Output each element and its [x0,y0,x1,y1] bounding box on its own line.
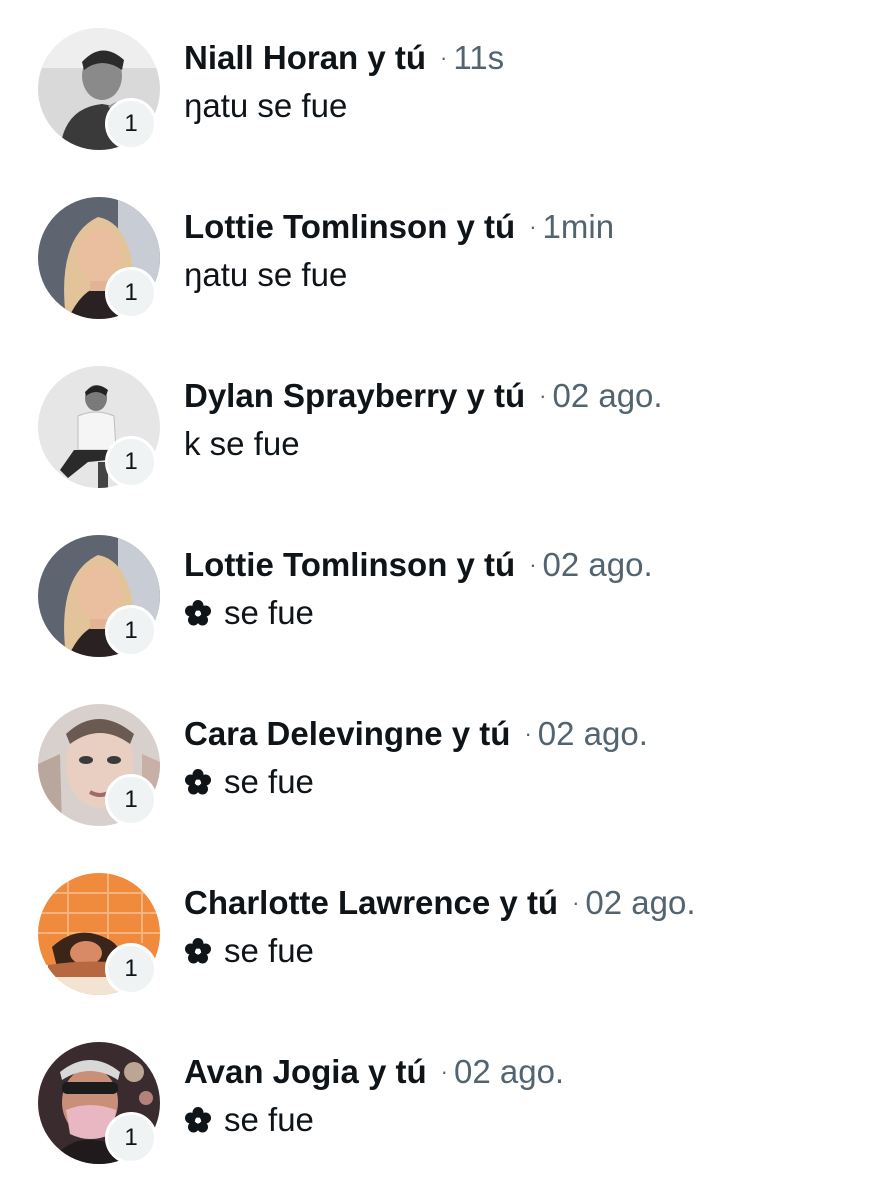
last-message: se fue [184,593,314,633]
conversation-title: Dylan Sprayberry y tú · 02 ago. [184,376,663,420]
participant-names: Dylan Sprayberry y tú [184,377,526,414]
separator-dot: · [440,45,448,70]
participant-names: Avan Jogia y tú [184,1053,427,1090]
timestamp: 1min [542,208,615,245]
conversation-row[interactable]: 1 Avan Jogia y tú · 02 ago. se fue [0,1014,888,1164]
message-text: ŋatu se fue [184,87,348,124]
conversation-title: Niall Horan y tú · 11s [184,38,504,82]
last-message: se fue [184,762,314,802]
separator-dot: · [524,721,532,746]
avatar-container[interactable]: 1 [38,197,160,319]
unread-count-badge: 1 [105,774,157,826]
avatar-container[interactable]: 1 [38,366,160,488]
separator-dot: · [440,1059,448,1084]
conversation-title: Cara Delevingne y tú · 02 ago. [184,714,648,758]
participant-names: Charlotte Lawrence y tú [184,884,559,921]
participant-names: Niall Horan y tú [184,39,427,76]
conversation-row[interactable]: 1 Niall Horan y tú · 11s ŋatu se fue [0,0,888,150]
conversation-title: Charlotte Lawrence y tú · 02 ago. [184,883,696,927]
conversation-list: 1 Niall Horan y tú · 11s ŋatu se fue 1 L… [0,0,888,1200]
timestamp: 02 ago. [542,546,653,583]
message-text: k se fue [184,425,300,462]
avatar-container[interactable]: 1 [38,535,160,657]
unread-count-badge: 1 [105,943,157,995]
conversation-title: Lottie Tomlinson y tú · 1min [184,207,614,251]
last-message: se fue [184,931,314,971]
conversation-row[interactable]: 1 Lottie Tomlinson y tú · 02 ago. se fue [0,507,888,657]
unread-count-badge: 1 [105,98,157,150]
separator-dot: · [539,383,547,408]
separator-dot: · [572,890,580,915]
unread-count-badge: 1 [105,1112,157,1164]
participant-names: Cara Delevingne y tú [184,715,511,752]
avatar-container[interactable]: 1 [38,704,160,826]
participant-names: Lottie Tomlinson y tú [184,208,516,245]
last-message: ŋatu se fue [184,86,347,126]
avatar-container[interactable]: 1 [38,28,160,150]
participant-names: Lottie Tomlinson y tú [184,546,516,583]
flower-icon [185,769,211,795]
avatar-container[interactable]: 1 [38,1042,160,1164]
message-text: se fue [224,594,314,631]
avatar-container[interactable]: 1 [38,873,160,995]
unread-count-badge: 1 [105,436,157,488]
unread-count-badge: 1 [105,605,157,657]
conversation-row[interactable]: 1 Charlotte Lawrence y tú · 02 ago. se fue [0,845,888,995]
message-text: ŋatu se fue [184,256,348,293]
unread-count-badge: 1 [105,267,157,319]
timestamp: 02 ago. [454,1053,565,1090]
conversation-row[interactable]: 1 Dylan Sprayberry y tú · 02 ago. k se fue [0,338,888,488]
timestamp: 02 ago. [585,884,696,921]
timestamp: 02 ago. [537,715,648,752]
message-text: se fue [224,932,314,969]
conversation-row[interactable]: 1 Cara Delevingne y tú · 02 ago. se fue [0,676,888,826]
message-text: se fue [224,763,314,800]
message-text: se fue [224,1101,314,1138]
conversation-row[interactable]: 1 Lottie Tomlinson y tú · 1min ŋatu se fue [0,169,888,319]
timestamp: 02 ago. [552,377,663,414]
last-message: se fue [184,1100,314,1140]
flower-icon [185,600,211,626]
timestamp: 11s [453,39,505,76]
flower-icon [185,1107,211,1133]
flower-icon [185,938,211,964]
conversation-title: Avan Jogia y tú · 02 ago. [184,1052,564,1096]
last-message: k se fue [184,424,300,464]
last-message: ŋatu se fue [184,255,347,295]
separator-dot: · [529,214,537,239]
conversation-title: Lottie Tomlinson y tú · 02 ago. [184,545,653,589]
separator-dot: · [529,552,537,577]
